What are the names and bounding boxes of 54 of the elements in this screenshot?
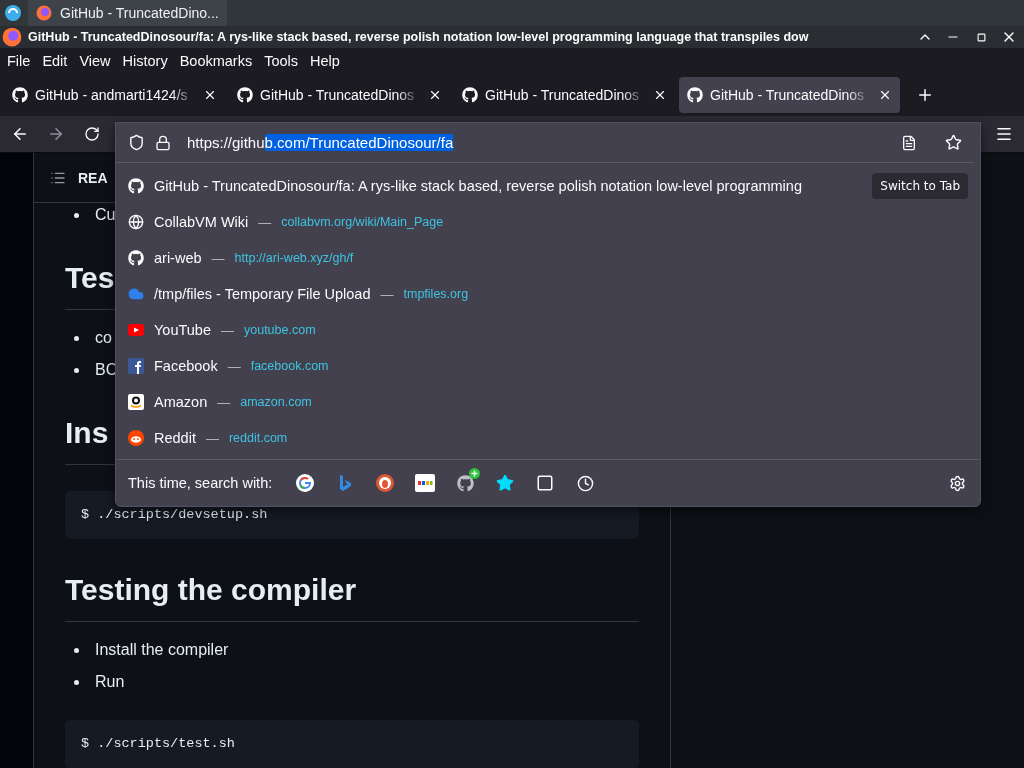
cloud-icon — [128, 286, 144, 302]
menu-item[interactable]: Bookmarks — [179, 53, 253, 70]
code-block: $ ./scripts/test.sh — [65, 720, 639, 768]
lock-icon[interactable] — [155, 134, 171, 151]
bullet-icon — [74, 212, 79, 218]
browser-tab[interactable]: GitHub - TruncatedDinos — [679, 77, 900, 114]
amazon-icon — [128, 394, 144, 410]
suggestion-row[interactable]: GitHub - TruncatedDinosour/fa: A rys-like stack based, reverse polish notation low-level programming Switch to Tab — [116, 168, 980, 204]
menu-item[interactable]: Help — [310, 53, 340, 70]
menu-item[interactable]: Edit — [42, 53, 68, 70]
browser-tab[interactable]: GitHub - andmarti1424/s — [4, 77, 225, 114]
octocat-icon — [128, 250, 144, 266]
firefox-icon — [2, 27, 22, 48]
app-launcher-icon[interactable] — [4, 4, 22, 22]
maximize-icon[interactable] — [976, 32, 986, 42]
octocat-icon — [237, 87, 253, 104]
shield-icon[interactable] — [128, 134, 145, 151]
browser-tab[interactable]: GitHub - TruncatedDinos — [454, 77, 675, 114]
suggestion-row[interactable]: YouTube — youtube.com — [116, 312, 980, 348]
window-title: GitHub - TruncatedDinosour/fa: A rys-like stack based, reverse polish notation low-level programming language that transpiles dow — [28, 30, 810, 45]
duck-icon[interactable] — [374, 472, 397, 494]
switch-to-tab-button[interactable]: Switch to Tab — [872, 173, 968, 199]
firefox-icon — [36, 5, 52, 21]
readme-label: REA — [78, 169, 108, 186]
octocat-icon — [462, 87, 478, 104]
reddit-icon — [128, 430, 144, 446]
menu-item[interactable]: History — [122, 53, 168, 70]
bullet-icon — [74, 647, 79, 653]
section-heading: Testing the compiler — [65, 571, 639, 622]
menu-item[interactable]: File — [7, 53, 31, 70]
facebook-icon — [128, 358, 144, 374]
menu-item[interactable]: View — [79, 53, 111, 70]
menu-item[interactable]: Tools — [264, 53, 299, 70]
suggestion-row[interactable]: CollabVM Wiki — collabvm.org/wiki/Main_Page — [116, 204, 980, 240]
octocat-icon — [687, 87, 703, 104]
bullet-icon — [74, 679, 79, 685]
list-item-text: Cu — [95, 206, 116, 224]
bullet-icon — [74, 367, 79, 373]
octocat-icon — [12, 87, 28, 104]
google-icon[interactable] — [294, 472, 317, 494]
list-item-text: co — [95, 329, 112, 347]
ebay-icon[interactable] — [414, 472, 437, 494]
list-item-text: Install the compiler — [95, 641, 229, 659]
play-icon — [128, 324, 144, 336]
star-icon[interactable] — [945, 134, 962, 151]
octocat-icon — [128, 178, 144, 194]
suggestion-row[interactable]: Facebook — facebook.com — [116, 348, 980, 384]
reader-view-icon[interactable] — [901, 134, 917, 151]
list-item-text: Run — [95, 673, 125, 691]
browser-tab[interactable]: GitHub - TruncatedDinos — [229, 77, 450, 114]
search-with-label: This time, search with: — [128, 475, 273, 491]
bullet-icon — [74, 335, 79, 341]
globe-icon — [128, 214, 144, 230]
taskbar-task[interactable]: GitHub - TruncatedDino... — [28, 0, 227, 26]
